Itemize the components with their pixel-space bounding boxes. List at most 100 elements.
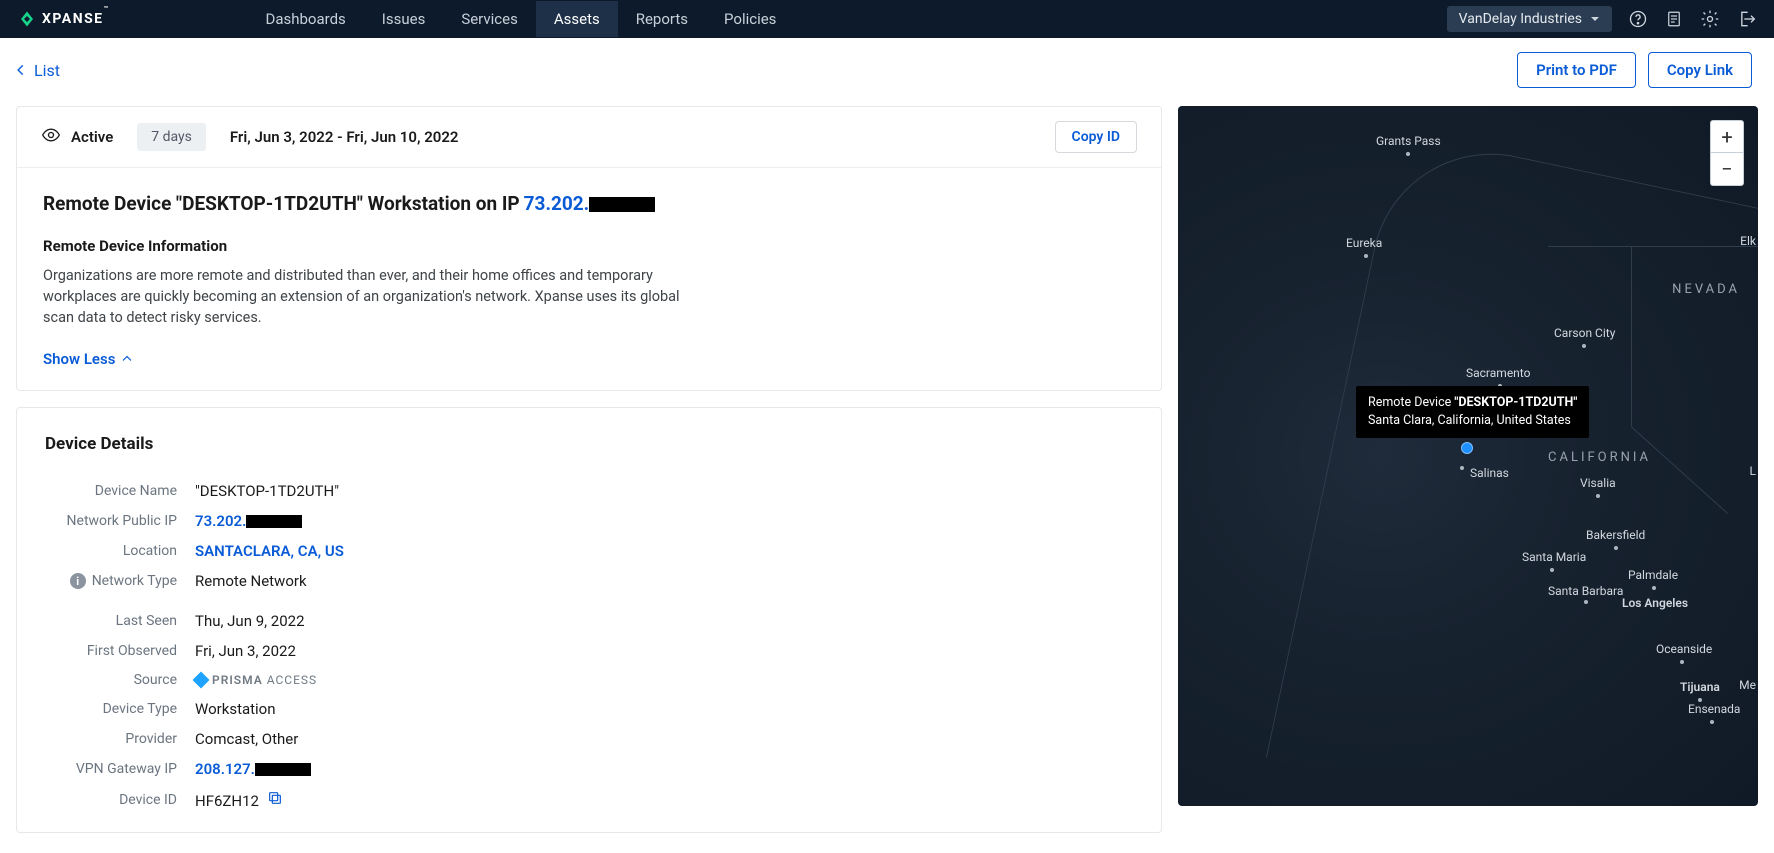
print-pdf-button[interactable]: Print to PDF <box>1517 52 1636 88</box>
row-source: Source PRISMA ACCESS <box>45 672 1133 688</box>
map-city-dot <box>1406 152 1410 156</box>
map-label-me: Me <box>1739 678 1756 692</box>
source-text: PRISMA ACCESS <box>212 673 317 687</box>
row-device-name: Device Name "DESKTOP-1TD2UTH" <box>45 482 1133 500</box>
map-label-elk: Elk <box>1740 234 1756 248</box>
label-provider: Provider <box>45 731 195 747</box>
redacted-ip <box>246 515 302 528</box>
info-icon[interactable]: i <box>70 573 86 589</box>
nav-dashboards[interactable]: Dashboards <box>247 1 363 37</box>
nav-services[interactable]: Services <box>443 1 536 37</box>
row-vpn-ip: VPN Gateway IP 208.127. <box>45 760 1133 778</box>
map-city-dot <box>1584 600 1588 604</box>
row-public-ip: Network Public IP 73.202. <box>45 512 1133 530</box>
eye-icon <box>41 125 61 149</box>
org-dropdown[interactable]: VanDelay Industries <box>1447 6 1612 32</box>
label-device-type: Device Type <box>45 701 195 717</box>
location-map[interactable]: + − Grants Pass Eureka Elk NEVADA Carson… <box>1178 106 1758 806</box>
info-description: Organizations are more remote and distri… <box>43 265 703 328</box>
prisma-diamond-icon <box>193 672 210 689</box>
value-provider: Comcast, Other <box>195 730 298 748</box>
map-label-eureka: Eureka <box>1346 236 1382 250</box>
settings-icon[interactable] <box>1700 9 1720 29</box>
copy-id-button[interactable]: Copy ID <box>1055 121 1137 153</box>
map-zoom-controls: + − <box>1710 120 1744 186</box>
logout-icon[interactable] <box>1736 9 1756 29</box>
row-device-id: Device ID HF6ZH12 <box>45 790 1133 810</box>
show-less-label: Show Less <box>43 350 115 368</box>
tooltip-line1: Remote Device "DESKTOP-1TD2UTH" <box>1368 395 1577 410</box>
top-nav: XPANSE™ Dashboards Issues Services Asset… <box>0 0 1774 38</box>
chevron-up-icon <box>121 353 133 365</box>
title-ip-link[interactable]: 73.202. <box>524 192 656 215</box>
value-location[interactable]: SANTACLARA, CA, US <box>195 542 344 560</box>
zoom-in-button[interactable]: + <box>1711 121 1743 153</box>
nav-issues[interactable]: Issues <box>364 1 444 37</box>
nav-links: Dashboards Issues Services Assets Report… <box>247 1 794 37</box>
copy-device-id-icon[interactable] <box>267 790 283 806</box>
notes-icon[interactable] <box>1664 9 1684 29</box>
back-to-list[interactable]: List <box>14 61 60 80</box>
value-first-observed: Fri, Jun 3, 2022 <box>195 642 296 660</box>
label-device-id: Device ID <box>45 792 195 808</box>
row-provider: Provider Comcast, Other <box>45 730 1133 748</box>
range-pill[interactable]: 7 days <box>137 123 206 151</box>
label-first-observed: First Observed <box>45 643 195 659</box>
info-section-title: Remote Device Information <box>43 237 1135 255</box>
page-actions: Print to PDF Copy Link <box>1517 52 1752 88</box>
brand-name: XPANSE™ <box>42 11 109 27</box>
map-label-salinas: Salinas <box>1470 466 1509 480</box>
map-device-marker[interactable] <box>1461 442 1473 454</box>
nav-assets[interactable]: Assets <box>536 1 618 37</box>
device-details-card: Device Details Device Name "DESKTOP-1TD2… <box>16 407 1162 833</box>
label-public-ip: Network Public IP <box>45 513 195 529</box>
map-label-los-angeles: Los Angeles <box>1622 596 1688 610</box>
nav-right: VanDelay Industries <box>1447 6 1756 32</box>
summary-top-bar: Active 7 days Fri, Jun 3, 2022 - Fri, Ju… <box>17 107 1161 168</box>
nav-policies[interactable]: Policies <box>706 1 794 37</box>
content: Active 7 days Fri, Jun 3, 2022 - Fri, Ju… <box>0 106 1774 853</box>
map-city-dot <box>1460 466 1464 470</box>
map-label-visalia: Visalia <box>1580 476 1616 490</box>
label-network-type: iNetwork Type <box>45 573 195 589</box>
zoom-out-button[interactable]: − <box>1711 153 1743 185</box>
map-border-line <box>1548 246 1758 247</box>
value-last-seen: Thu, Jun 9, 2022 <box>195 612 305 630</box>
row-network-type: iNetwork Type Remote Network <box>45 572 1133 590</box>
map-label-l: L <box>1750 464 1756 478</box>
value-vpn-ip[interactable]: 208.127. <box>195 760 311 778</box>
map-city-dot <box>1550 568 1554 572</box>
back-label: List <box>34 61 60 80</box>
org-name: VanDelay Industries <box>1459 11 1582 27</box>
map-label-nevada-state: NEVADA <box>1672 282 1740 297</box>
brand: XPANSE™ <box>18 10 109 28</box>
map-border-line <box>1631 246 1632 426</box>
tooltip-line2: Santa Clara, California, United States <box>1368 413 1571 428</box>
map-label-carson-city: Carson City <box>1554 326 1615 340</box>
label-vpn-ip: VPN Gateway IP <box>45 761 195 777</box>
status-active: Active <box>71 128 113 146</box>
left-column: Active 7 days Fri, Jun 3, 2022 - Fri, Ju… <box>16 106 1162 833</box>
map-city-dot <box>1614 546 1618 550</box>
map-label-palmdale: Palmdale <box>1628 568 1678 582</box>
help-icon[interactable] <box>1628 9 1648 29</box>
map-label-tijuana: Tijuana <box>1680 680 1720 694</box>
value-public-ip[interactable]: 73.202. <box>195 512 302 530</box>
value-device-name: "DESKTOP-1TD2UTH" <box>195 482 339 500</box>
map-border-line <box>1266 131 1758 806</box>
value-device-id: HF6ZH12 <box>195 790 283 810</box>
nav-reports[interactable]: Reports <box>618 1 706 37</box>
page-title: Remote Device "DESKTOP-1TD2UTH" Workstat… <box>43 192 1135 215</box>
details-title: Device Details <box>45 434 1133 454</box>
copy-link-button[interactable]: Copy Link <box>1648 52 1752 88</box>
show-less-toggle[interactable]: Show Less <box>43 350 1135 368</box>
caret-down-icon <box>1590 14 1600 24</box>
map-label-grants-pass: Grants Pass <box>1376 134 1441 148</box>
map-city-dot <box>1680 660 1684 664</box>
value-device-type: Workstation <box>195 700 276 718</box>
redacted-ip <box>255 763 311 776</box>
map-label-california-state: CALIFORNIA <box>1548 450 1651 465</box>
label-location: Location <box>45 543 195 559</box>
map-city-dot <box>1364 254 1368 258</box>
brand-logo-icon <box>18 10 36 28</box>
